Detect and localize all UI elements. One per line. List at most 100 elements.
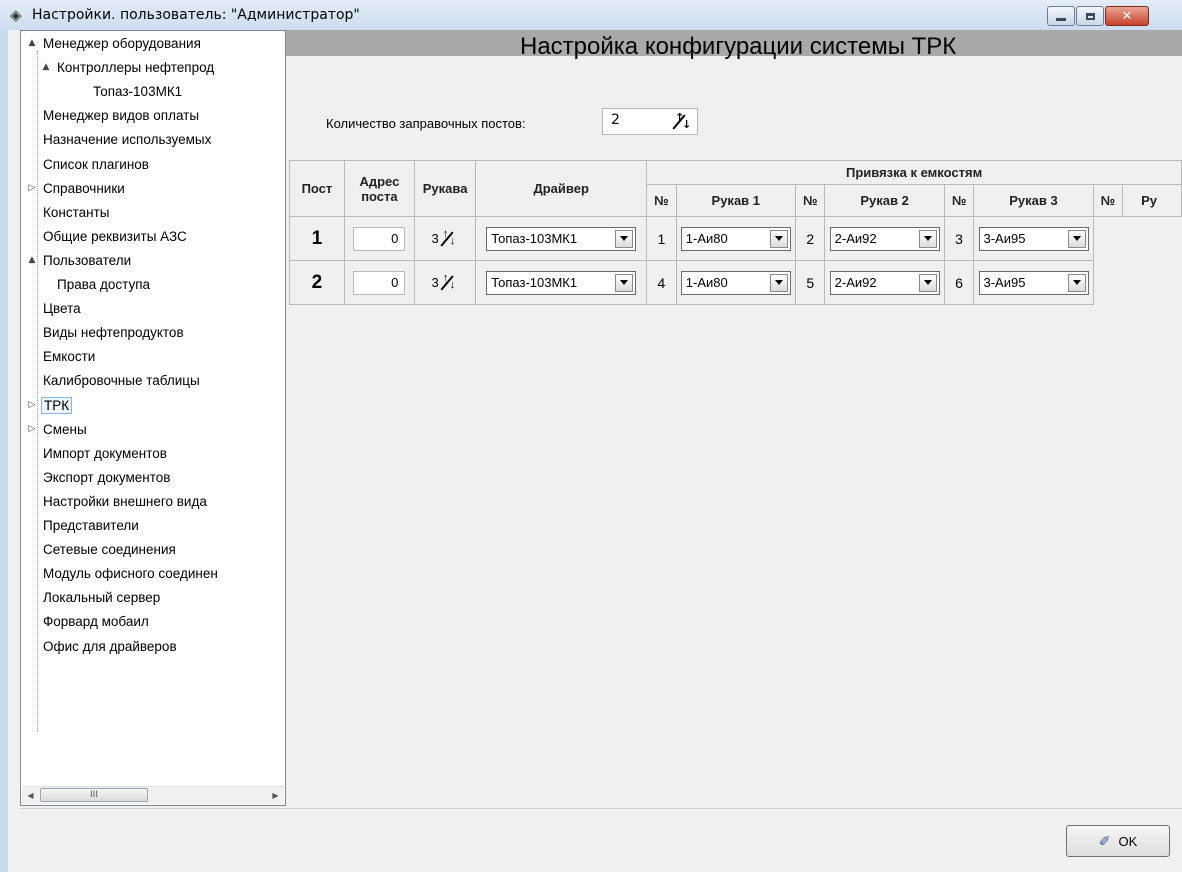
driver-cell: Топаз-103МК1	[475, 216, 648, 261]
col-header-address: Адрес поста	[343, 160, 415, 217]
tree-item[interactable]: Цвета	[41, 298, 83, 319]
tree-item[interactable]: Настройки внешнего вида	[41, 491, 209, 512]
scroll-thumb[interactable]: III	[40, 788, 148, 802]
post-count-value: 2	[611, 112, 620, 128]
tree-expander-icon[interactable]: ▲	[27, 38, 37, 48]
spin-icon[interactable]: ↑ ↓	[440, 272, 459, 291]
tree-item[interactable]: Экспорт документов	[41, 467, 172, 488]
minimize-button[interactable]	[1047, 6, 1075, 26]
tank-link-dropdown[interactable]: 1-Аи80	[680, 270, 791, 295]
tree-item[interactable]: Контроллеры нефтепрод	[55, 57, 216, 78]
spin-icon[interactable]: ↑ ↓	[440, 228, 459, 247]
tree-expander-icon[interactable]: ▷	[27, 424, 37, 434]
tree-horizontal-scrollbar[interactable]: ◀ III ▶	[22, 786, 284, 804]
spin-icon[interactable]: ↑ ↓	[672, 111, 691, 131]
ok-button[interactable]: ✐ OK	[1066, 825, 1170, 857]
tank-link-dropdown[interactable]: 2-Аи92	[829, 226, 940, 251]
tree-item[interactable]: Топаз-103МК1	[91, 81, 184, 102]
col-header-num: №	[1092, 184, 1124, 217]
tree-expander-icon[interactable]: ▷	[27, 400, 37, 410]
tree-item-label: Константы	[43, 204, 110, 220]
tree-item[interactable]: Назначение используемых	[41, 129, 213, 150]
chevron-down-icon[interactable]	[918, 273, 937, 292]
chevron-down-icon[interactable]	[1067, 273, 1086, 292]
tank-link-value: 1-Аи80	[685, 275, 728, 290]
address-input[interactable]: 0	[353, 270, 406, 295]
tree-expander-icon[interactable]: ▲	[41, 62, 51, 72]
tank-link-cell: 3-Аи95	[973, 216, 1094, 261]
tree-item-label: Виды нефтепродуктов	[43, 325, 184, 341]
tank-link-dropdown[interactable]: 2-Аи92	[829, 270, 940, 295]
tank-link-cell: 1-Аи80	[675, 216, 797, 261]
tree-item[interactable]: Константы	[41, 202, 111, 223]
tree-item[interactable]: Справочники	[41, 178, 127, 199]
tree-item[interactable]: Сетевые соединения	[41, 539, 178, 560]
tree-item[interactable]: Список плагинов	[41, 154, 151, 175]
tank-link-number: 3	[943, 216, 975, 261]
tree-item[interactable]: Пользователи	[41, 250, 133, 271]
main-panel: Настройка конфигурации системы ТРК Колич…	[286, 30, 1182, 806]
tank-link-value: 3-Аи95	[983, 231, 1026, 246]
tree-item-label: Менеджер оборудования	[43, 36, 201, 51]
hoses-value[interactable]: 3	[431, 275, 438, 290]
tank-link-dropdown[interactable]: 3-Аи95	[978, 270, 1089, 295]
tree-item[interactable]: Модуль офисного соединен	[41, 563, 220, 584]
tree-item-label: Топаз-103МК1	[93, 84, 183, 100]
col-header-address-line2: поста	[361, 188, 398, 204]
close-icon: ✕	[1121, 8, 1133, 24]
post-count-label: Количество заправочных постов:	[326, 116, 526, 131]
tree-item[interactable]: Офис для драйверов	[41, 636, 179, 657]
tree-item-label: Калибровочные таблицы	[43, 373, 200, 389]
tree-item[interactable]: Права доступа	[55, 274, 152, 295]
tree-item[interactable]: Смены	[41, 419, 89, 440]
tank-link-number: 6	[943, 260, 975, 305]
tank-link-value: 1-Аи80	[685, 231, 728, 246]
driver-dropdown[interactable]: Топаз-103МК1	[486, 270, 637, 295]
scroll-right-icon[interactable]: ▶	[267, 787, 284, 804]
trk-config-table: Пост Адрес поста Рукава Драйвер Привязка…	[289, 160, 1182, 305]
minimize-icon	[1056, 17, 1066, 21]
tree-item[interactable]: ТРК	[41, 395, 73, 416]
col-header-address-line1: Адрес	[359, 173, 400, 189]
tree-item[interactable]: Общие реквизиты АЗС	[41, 226, 189, 247]
tank-link-number: 1	[646, 216, 677, 261]
tree-item[interactable]: Калибровочные таблицы	[41, 370, 202, 391]
chevron-down-icon[interactable]	[615, 229, 634, 248]
tree-item[interactable]: Импорт документов	[41, 443, 169, 464]
tank-link-dropdown[interactable]: 3-Аи95	[978, 226, 1089, 251]
client-area: ◀ III ▶ ▲ Менеджер оборудования ▲ Контролле…	[8, 30, 1182, 872]
tank-link-dropdown[interactable]: 1-Аи80	[680, 226, 791, 251]
scroll-left-icon[interactable]: ◀	[22, 787, 39, 804]
tree-item[interactable]: Форвард мобаил	[41, 611, 151, 632]
tree-item[interactable]: Емкости	[41, 346, 97, 367]
maximize-button[interactable]	[1076, 6, 1104, 26]
tank-link-value: 3-Аи95	[983, 275, 1026, 290]
chevron-down-icon[interactable]	[769, 273, 788, 292]
tree-item-label: Сетевые соединения	[43, 542, 176, 558]
driver-cell: Топаз-103МК1	[475, 260, 648, 305]
app-icon: ◈	[10, 6, 22, 24]
chevron-down-icon[interactable]	[918, 229, 937, 248]
tree-guide-line	[37, 51, 38, 731]
col-header-num: №	[943, 184, 975, 217]
tree-item-label: Импорт документов	[43, 445, 167, 461]
close-button[interactable]: ✕	[1105, 6, 1149, 26]
chevron-down-icon[interactable]	[769, 229, 788, 248]
address-input[interactable]: 0	[353, 226, 406, 251]
post-count-spinner[interactable]: 2 ↑ ↓	[602, 108, 698, 135]
tree-expander-icon[interactable]: ▲	[27, 255, 37, 265]
tree-item[interactable]: Локальный сервер	[41, 587, 162, 608]
tree-item[interactable]: Менеджер видов оплаты	[41, 105, 201, 126]
tree-expander-icon[interactable]: ▷	[27, 183, 37, 193]
tank-link-value: 2-Аи92	[834, 275, 877, 290]
post-number: 2	[289, 260, 345, 305]
chevron-down-icon[interactable]	[615, 273, 634, 292]
tree-item[interactable]: Представители	[41, 515, 141, 536]
tree-item[interactable]: Менеджер оборудования	[41, 33, 203, 54]
driver-dropdown[interactable]: Топаз-103МК1	[486, 226, 637, 251]
tree-item[interactable]: Виды нефтепродуктов	[41, 322, 186, 343]
hoses-value[interactable]: 3	[431, 231, 438, 246]
chevron-down-icon[interactable]	[1067, 229, 1086, 248]
hoses-cell: 3 ↑ ↓	[413, 260, 477, 305]
tree-item-label: Права доступа	[57, 277, 151, 292]
